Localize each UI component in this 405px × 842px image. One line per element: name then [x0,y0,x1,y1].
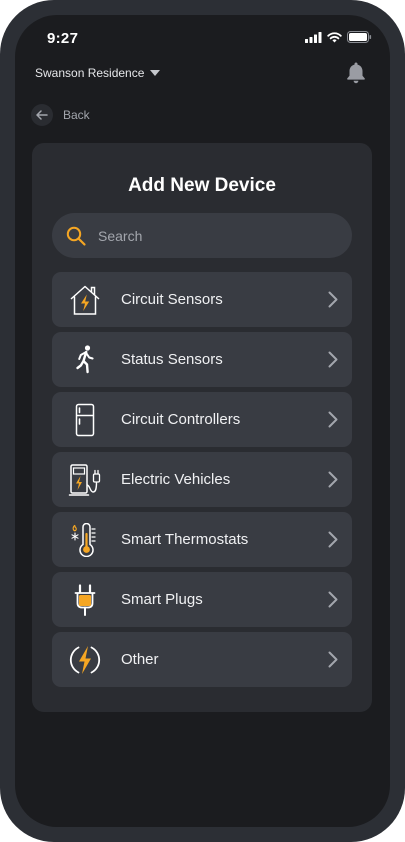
device-label: Circuit Controllers [121,411,241,428]
ev-charger-icon [68,463,102,497]
back-label: Back [63,108,90,122]
cellular-signal-icon [305,31,322,43]
back-button[interactable]: Back [31,104,90,126]
battery-icon [347,31,372,43]
page-title: Add New Device [128,175,276,196]
status-time: 9:27 [47,30,79,47]
device-label: Electric Vehicles [121,471,231,488]
back-arrow-circle [31,104,53,126]
arrow-left-icon [36,110,48,120]
device-item-other[interactable]: Other [52,632,352,687]
search-input[interactable] [96,226,330,245]
device-item-electric-vehicles[interactable]: Electric Vehicles [52,452,352,507]
bell-icon[interactable] [346,61,366,84]
device-label: Smart Plugs [121,591,203,608]
search-bar[interactable] [52,213,352,258]
phone-frame: 9:27 Swanson Residence Back Add New Devi… [0,0,405,842]
status-bar: 9:27 [15,15,390,59]
chevron-right-icon [328,651,338,668]
search-icon [66,226,86,246]
device-item-status-sensors[interactable]: Status Sensors [52,332,352,387]
chevron-right-icon [328,471,338,488]
device-label: Status Sensors [121,351,223,368]
chevron-right-icon [328,531,338,548]
plug-icon [68,583,102,617]
device-category-list: Circuit Sensors Status Sensors Circuit C… [52,272,352,692]
device-label: Circuit Sensors [121,291,223,308]
device-label: Smart Thermostats [121,531,249,548]
wifi-icon [327,31,342,42]
device-item-circuit-sensors[interactable]: Circuit Sensors [52,272,352,327]
house-bolt-icon [68,283,102,317]
chevron-right-icon [328,351,338,368]
device-item-smart-plugs[interactable]: Smart Plugs [52,572,352,627]
device-item-circuit-controllers[interactable]: Circuit Controllers [52,392,352,447]
chevron-right-icon [328,591,338,608]
refrigerator-icon [68,403,102,437]
add-device-card: Add New Device Search Circuit Sensors St… [32,143,372,712]
status-icons [305,31,372,43]
device-item-smart-thermostats[interactable]: Smart Thermostats [52,512,352,567]
app-screen: 9:27 Swanson Residence Back Add New Devi… [15,15,390,827]
chevron-right-icon [328,411,338,428]
chevron-right-icon [328,291,338,308]
device-label: Other [121,651,159,668]
bolt-circle-icon [68,643,102,677]
caret-down-icon [150,70,161,76]
residence-selector[interactable]: Swanson Residence [35,66,161,80]
thermometer-icon [68,523,102,557]
residence-name: Swanson Residence [35,66,145,80]
walking-person-icon [68,343,102,377]
